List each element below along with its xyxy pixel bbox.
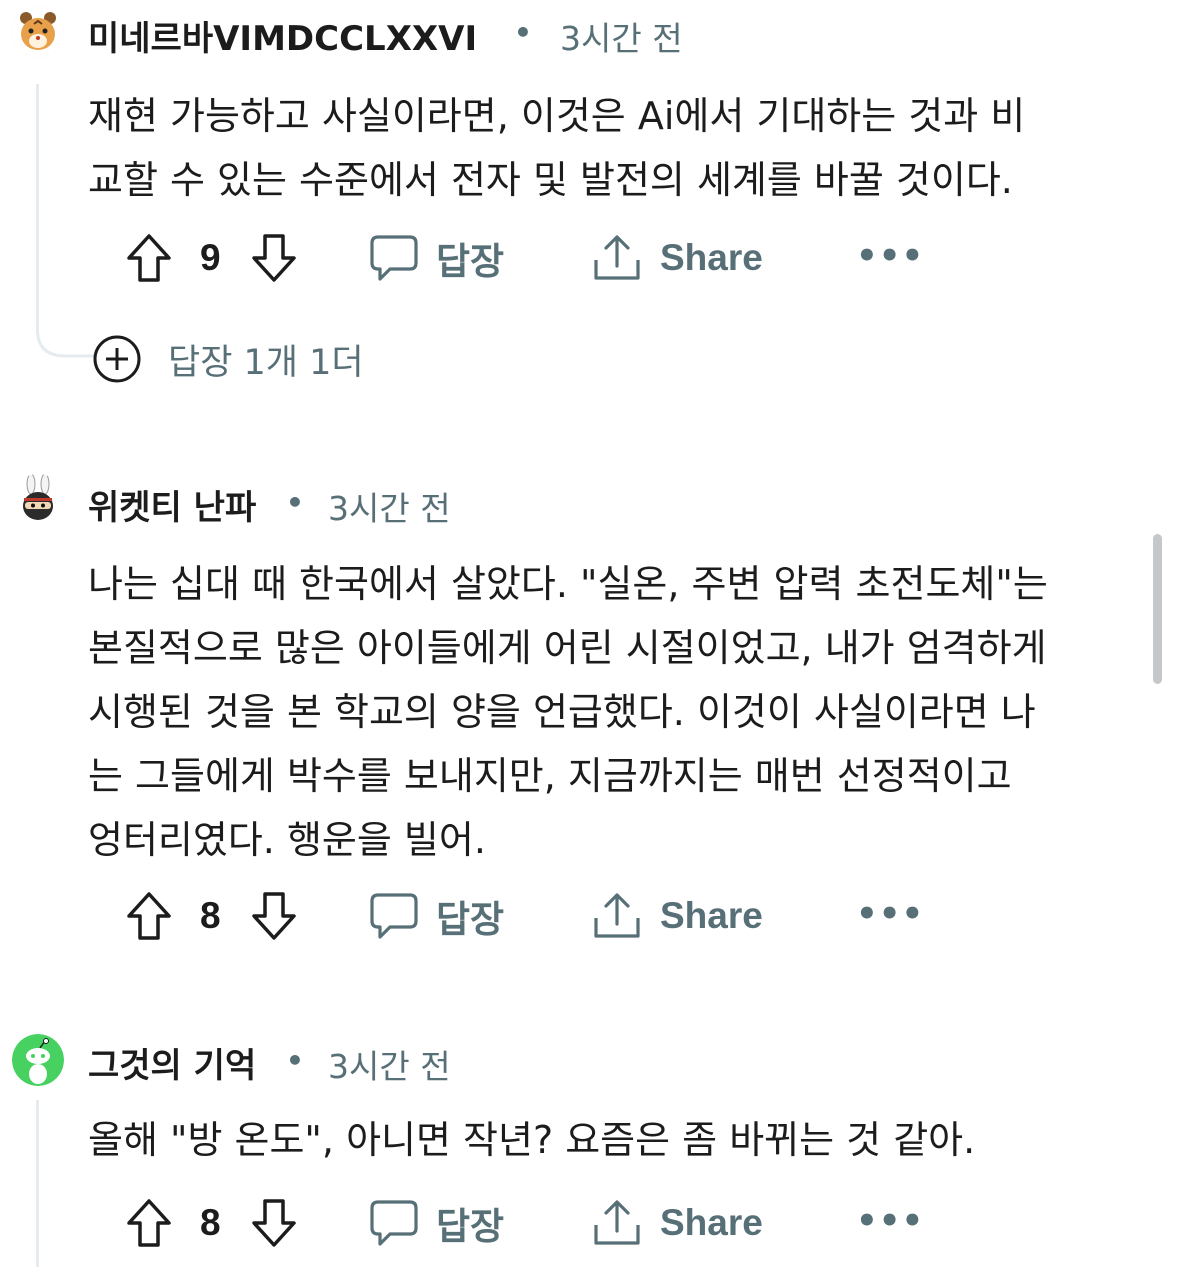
thread-line[interactable] [36, 84, 39, 334]
snoo-avatar-icon [12, 1034, 64, 1086]
reply-button[interactable]: 답장 [370, 1193, 504, 1253]
reply-label: 답장 [436, 241, 505, 282]
downvote-icon [252, 234, 296, 282]
upvote-button[interactable] [125, 1193, 173, 1253]
upvote-button[interactable] [125, 886, 173, 946]
more-options-button[interactable]: ••• [856, 894, 924, 934]
vote-count: 9 [200, 237, 221, 278]
more-options-button[interactable]: ••• [856, 236, 924, 276]
speech-bubble-icon [370, 235, 418, 281]
tiger-avatar-icon [12, 6, 64, 58]
comment-body: 올해 "방 온도", 아니면 작년? 요즘은 좀 바뀌는 것 같아. [88, 1118, 976, 1162]
comment-actions: 8 답장 Share ••• [120, 886, 923, 946]
reply-label: 답장 [436, 1206, 505, 1247]
upvote-icon [127, 1199, 171, 1247]
vote-count: 8 [200, 1202, 221, 1243]
downvote-button[interactable] [250, 228, 298, 288]
avatar[interactable] [12, 474, 64, 526]
more-replies-label: 답장 1개 1더 [168, 342, 364, 383]
upvote-button[interactable] [125, 228, 173, 288]
avatar[interactable] [12, 1034, 64, 1086]
comment-author[interactable]: 미네르바VIMDCCLXXVI [88, 11, 477, 60]
share-icon [594, 893, 640, 938]
comment-time[interactable]: 3시간 전 [328, 482, 451, 530]
more-options-button[interactable]: ••• [856, 1201, 924, 1241]
thread-curve [36, 320, 94, 358]
share-icon [594, 1200, 640, 1245]
comment-time[interactable]: 3시간 전 [328, 1040, 451, 1088]
comment-time[interactable]: 3시간 전 [560, 12, 683, 60]
downvote-icon [252, 1199, 296, 1247]
share-button[interactable]: Share [592, 228, 763, 288]
scrollbar-thumb[interactable] [1153, 534, 1162, 684]
avatar[interactable] [12, 6, 64, 58]
share-label: Share [660, 237, 763, 278]
meta-separator: • [286, 486, 304, 519]
downvote-button[interactable] [250, 1193, 298, 1253]
comment-author[interactable]: 그것의 기억 [88, 1038, 256, 1087]
meta-separator: • [286, 1044, 304, 1077]
reply-button[interactable]: 답장 [370, 228, 504, 288]
share-label: Share [660, 1202, 763, 1243]
share-icon [594, 235, 640, 280]
comment-actions: 8 답장 Share ••• [120, 1193, 923, 1253]
reply-button[interactable]: 답장 [370, 886, 504, 946]
plus-circle-icon [93, 335, 141, 383]
comment-author[interactable]: 위켓티 난파 [88, 480, 256, 529]
share-button[interactable]: Share [592, 886, 763, 946]
more-replies-button[interactable]: 답장 1개 1더 [92, 335, 364, 383]
speech-bubble-icon [370, 893, 418, 939]
share-button[interactable]: Share [592, 1193, 763, 1253]
upvote-icon [127, 892, 171, 940]
meta-separator: • [514, 16, 532, 49]
share-label: Share [660, 895, 763, 936]
reply-label: 답장 [436, 899, 505, 940]
speech-bubble-icon [370, 1200, 418, 1246]
comment-body: 나는 십대 때 한국에서 살았다. "실온, 주변 압력 초전도체"는 본질적으… [88, 562, 1048, 862]
ninja-bunny-avatar-icon [12, 474, 64, 526]
comment-body: 재현 가능하고 사실이라면, 이것은 Ai에서 기대하는 것과 비 교할 수 있… [88, 94, 1026, 202]
downvote-button[interactable] [250, 886, 298, 946]
thread-line[interactable] [36, 1100, 39, 1267]
upvote-icon [127, 234, 171, 282]
downvote-icon [252, 892, 296, 940]
vote-count: 8 [200, 895, 221, 936]
comment-actions: 9 답장 Share ••• [120, 228, 923, 288]
